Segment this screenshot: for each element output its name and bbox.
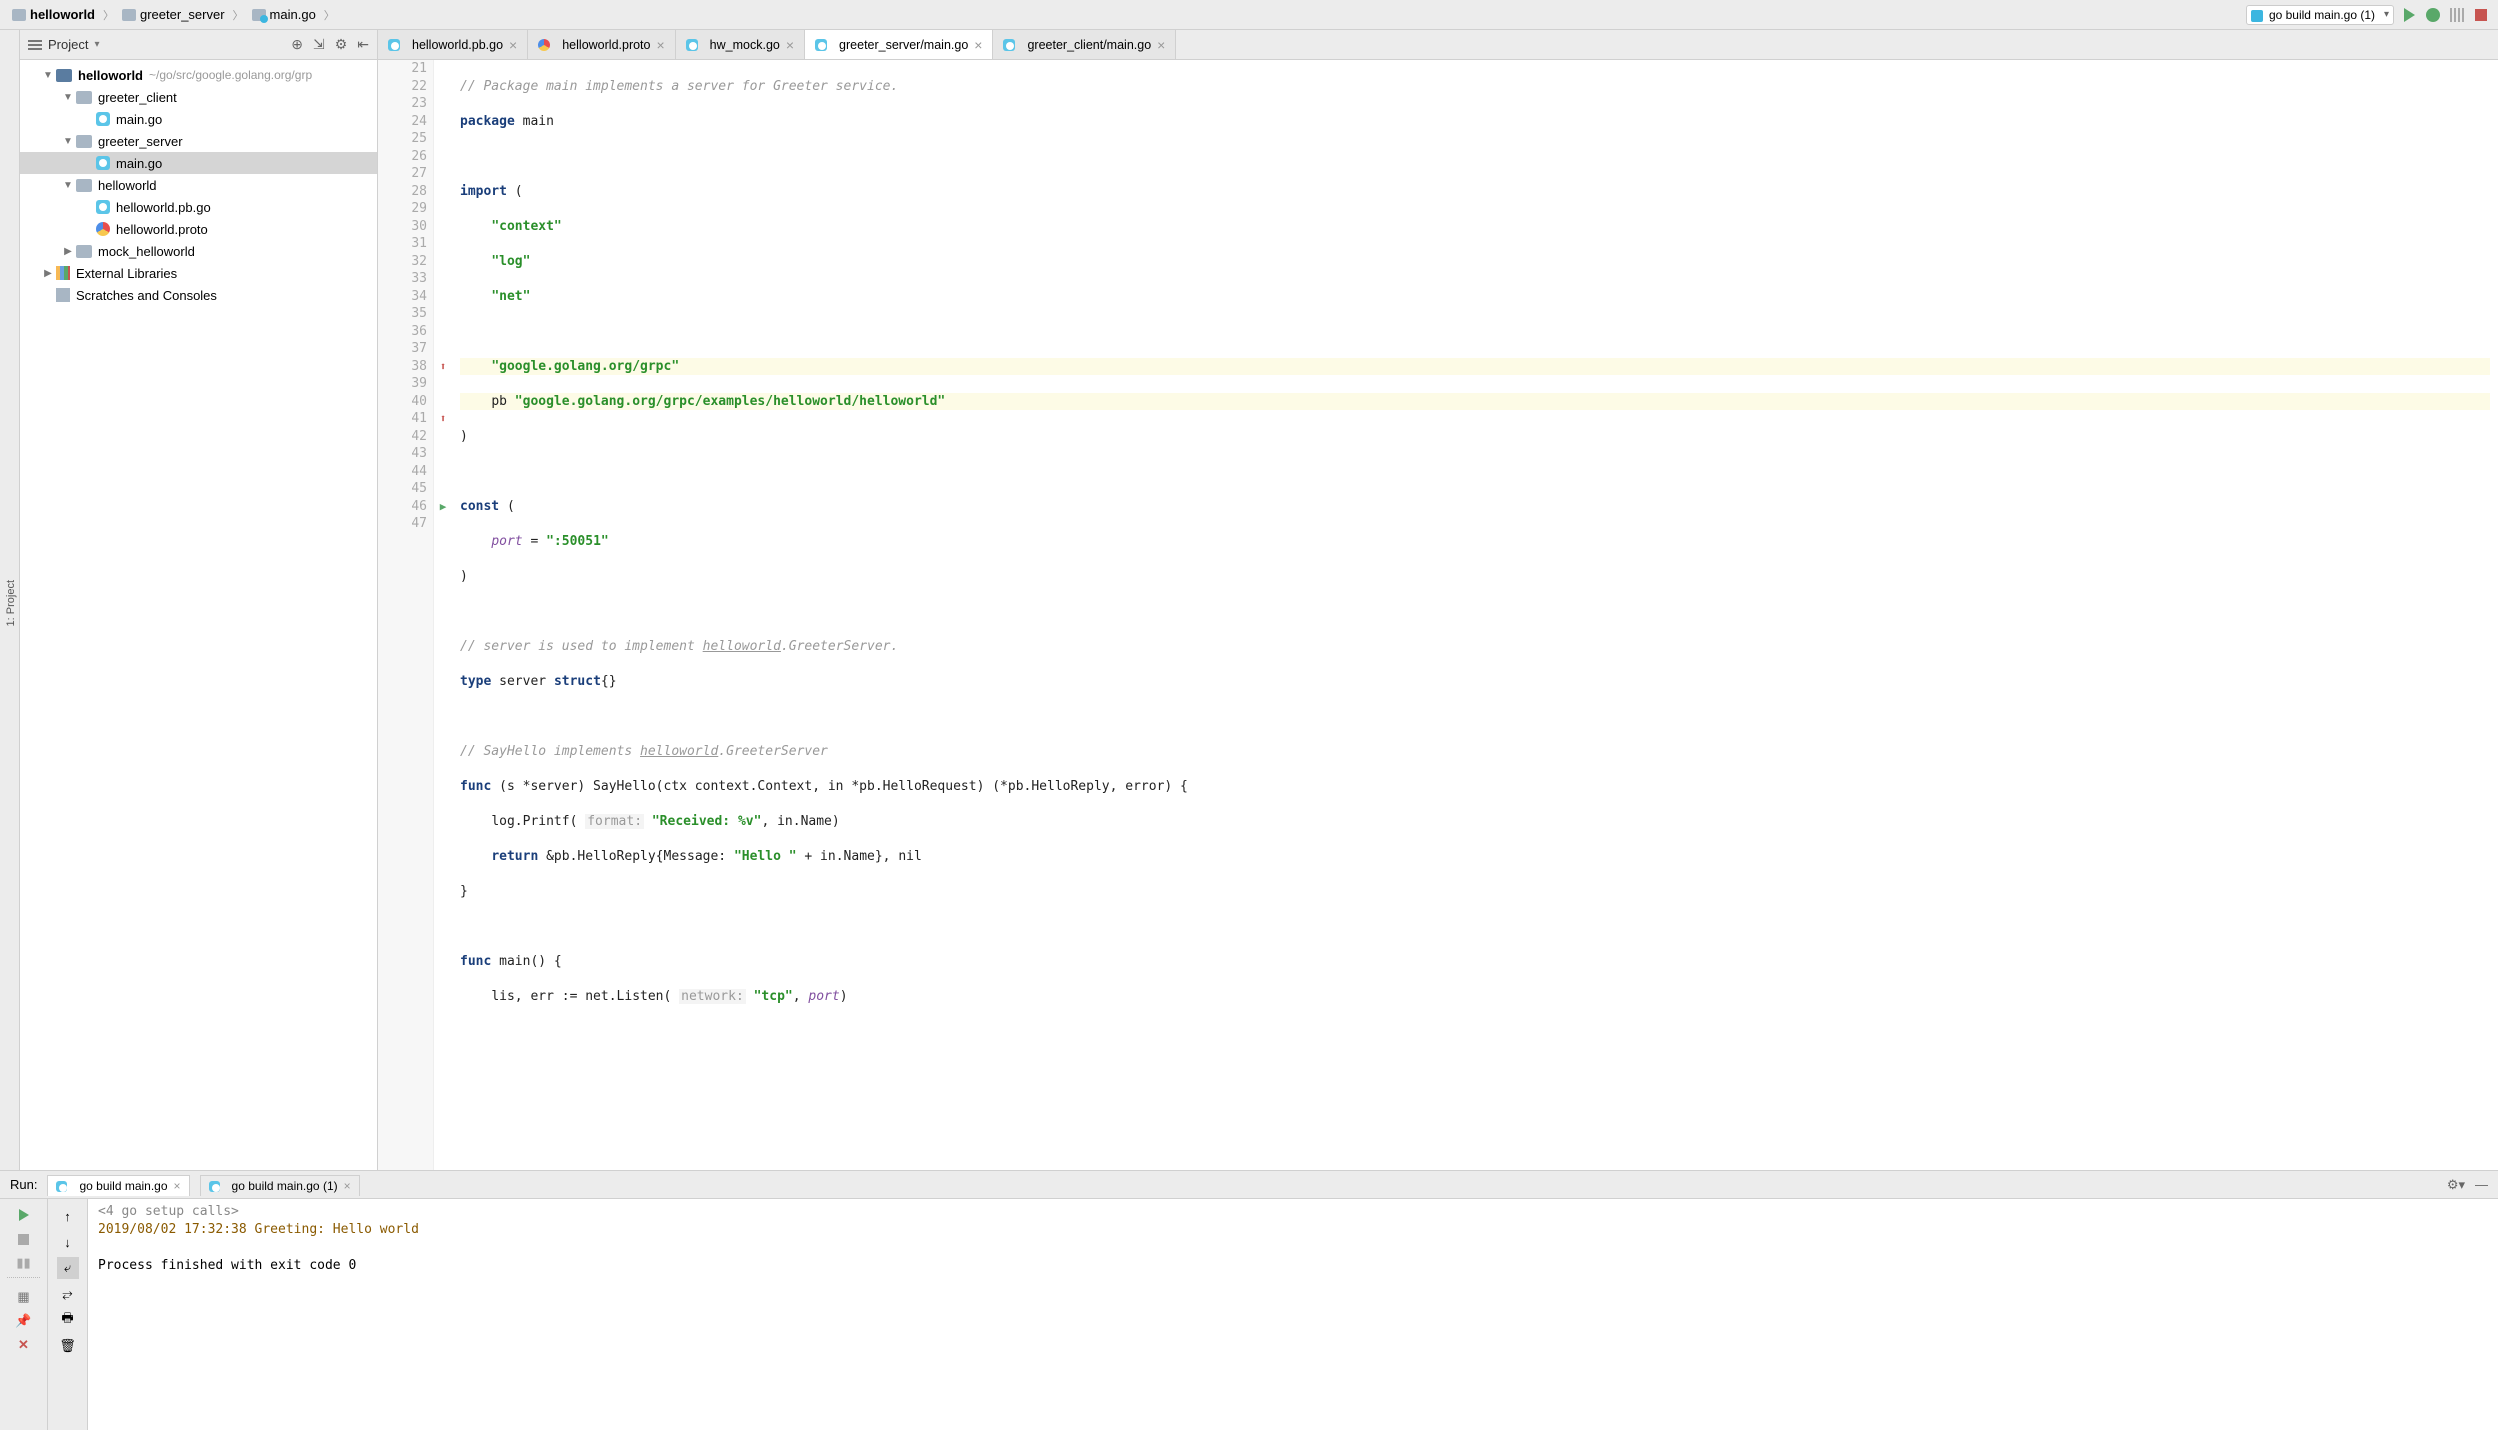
dots-icon: [2450, 8, 2464, 22]
tree-folder[interactable]: ▼greeter_client: [20, 86, 377, 108]
play-icon: [2404, 8, 2415, 22]
run-toolbar-right: ↑ ↓ ⤶ ⥂ 🖶 🗑: [48, 1199, 88, 1430]
run-toolbar-left: ▮▮ ▦ 📌 ✕: [0, 1199, 48, 1430]
run-title: Run:: [10, 1177, 37, 1192]
editor-tab[interactable]: helloworld.pb.go×: [378, 30, 528, 59]
breadcrumb-file[interactable]: main.go: [248, 5, 320, 24]
close-icon[interactable]: ×: [786, 37, 794, 53]
print-button[interactable]: 🖶: [57, 1309, 79, 1331]
code-editor[interactable]: 2122232425262728293031323334353637383940…: [378, 60, 2498, 1170]
close-icon[interactable]: ×: [1157, 37, 1165, 53]
line-gutter: 2122232425262728293031323334353637383940…: [378, 60, 434, 1170]
console-line: <4 go setup calls>: [98, 1203, 2488, 1221]
menu-icon: [28, 40, 42, 50]
breadcrumb: helloworld 〉 greeter_server 〉 main.go 〉: [8, 5, 335, 24]
sidebar-title[interactable]: Project ▾: [28, 37, 100, 52]
debug-button[interactable]: [2424, 6, 2442, 24]
tree-file[interactable]: helloworld.pb.go: [20, 196, 377, 218]
stop-icon: [18, 1234, 29, 1245]
run-config-selector[interactable]: go build main.go (1): [2246, 5, 2394, 25]
pause-button[interactable]: ▮▮: [14, 1253, 34, 1273]
coverage-button[interactable]: [2448, 6, 2466, 24]
tree-file[interactable]: helloworld.proto: [20, 218, 377, 240]
close-icon[interactable]: ×: [344, 1179, 351, 1193]
chevron-right-icon: 〉: [233, 7, 244, 23]
tree-folder[interactable]: ▶mock_helloworld: [20, 240, 377, 262]
settings-icon[interactable]: ⚙▾: [2447, 1177, 2465, 1193]
trash-button[interactable]: 🗑: [57, 1335, 79, 1357]
sidebar-toolbar: Project ▾ ⊕ ⇲ ⚙ ⇤: [20, 30, 377, 60]
stop-button[interactable]: [2472, 6, 2490, 24]
tree-root[interactable]: ▼helloworld~/go/src/google.golang.org/gr…: [20, 64, 377, 86]
close-button[interactable]: ✕: [14, 1335, 34, 1355]
run-tab-active[interactable]: go build main.go×: [47, 1175, 189, 1196]
tree-scratches[interactable]: Scratches and Consoles: [20, 284, 377, 306]
layout-button[interactable]: ▦: [14, 1287, 34, 1307]
soft-wrap-button[interactable]: ⤶: [57, 1257, 79, 1279]
minimize-icon[interactable]: —: [2475, 1177, 2488, 1192]
tool-window-bar-left: 1: Project ★2: Favorites 7: Structure: [0, 30, 20, 1170]
console-line: 2019/08/02 17:32:38 Greeting: Hello worl…: [98, 1221, 2488, 1239]
editor-tab[interactable]: greeter_client/main.go×: [993, 30, 1176, 59]
editor-tab[interactable]: hw_mock.go×: [676, 30, 805, 59]
locate-icon[interactable]: ⊕: [291, 36, 303, 53]
tree-external-libs[interactable]: ▶External Libraries: [20, 262, 377, 284]
gutter-marks: ⬆ ⬆ ▶: [434, 60, 452, 1170]
console-line: Process finished with exit code 0: [98, 1257, 2488, 1275]
run-button[interactable]: [2400, 6, 2418, 24]
rerun-button[interactable]: [14, 1205, 34, 1225]
tree-folder[interactable]: ▼greeter_server: [20, 130, 377, 152]
pin-button[interactable]: 📌: [14, 1311, 34, 1331]
code-content[interactable]: // Package main implements a server for …: [452, 60, 2498, 1170]
stop-icon: [2475, 9, 2487, 21]
breadcrumb-root[interactable]: helloworld: [8, 5, 99, 24]
title-bar: helloworld 〉 greeter_server 〉 main.go 〉 …: [0, 0, 2498, 30]
editor-tab-active[interactable]: greeter_server/main.go×: [805, 30, 993, 59]
override-icon[interactable]: ⬆: [434, 410, 452, 428]
settings-icon[interactable]: ⚙: [335, 36, 348, 53]
run-gutter-icon[interactable]: ▶: [434, 498, 452, 516]
close-icon[interactable]: ×: [174, 1179, 181, 1193]
close-icon[interactable]: ×: [656, 37, 664, 53]
collapse-icon[interactable]: ⇲: [313, 36, 325, 53]
project-tree[interactable]: ▼helloworld~/go/src/google.golang.org/gr…: [20, 60, 377, 1170]
override-icon[interactable]: ⬆: [434, 358, 452, 376]
editor: helloworld.pb.go× helloworld.proto× hw_m…: [378, 30, 2498, 1170]
toolbar-actions: go build main.go (1): [2246, 5, 2490, 25]
run-panel-header: Run: go build main.go× go build main.go …: [0, 1171, 2498, 1199]
chevron-right-icon: 〉: [324, 7, 335, 23]
editor-tab[interactable]: helloworld.proto×: [528, 30, 675, 59]
chevron-right-icon: 〉: [103, 7, 114, 23]
run-panel: Run: go build main.go× go build main.go …: [0, 1170, 2498, 1430]
hide-icon[interactable]: ⇤: [357, 36, 369, 53]
tree-file[interactable]: main.go: [20, 108, 377, 130]
project-sidebar: Project ▾ ⊕ ⇲ ⚙ ⇤ ▼helloworld~/go/src/go…: [20, 30, 378, 1170]
run-tab[interactable]: go build main.go (1)×: [200, 1175, 360, 1196]
up-button[interactable]: ↑: [57, 1205, 79, 1227]
bug-icon: [2426, 8, 2440, 22]
breadcrumb-folder[interactable]: greeter_server: [118, 5, 229, 24]
stop-button[interactable]: [14, 1229, 34, 1249]
close-icon[interactable]: ×: [509, 37, 517, 53]
tree-folder[interactable]: ▼helloworld: [20, 174, 377, 196]
console-output[interactable]: <4 go setup calls> 2019/08/02 17:32:38 G…: [88, 1199, 2498, 1430]
play-icon: [19, 1209, 29, 1221]
editor-tabs: helloworld.pb.go× helloworld.proto× hw_m…: [378, 30, 2498, 60]
tool-tab-project[interactable]: 1: Project: [3, 574, 19, 632]
scroll-button[interactable]: ⥂: [57, 1283, 79, 1305]
down-button[interactable]: ↓: [57, 1231, 79, 1253]
tree-file-selected[interactable]: main.go: [20, 152, 377, 174]
close-icon[interactable]: ×: [974, 37, 982, 53]
